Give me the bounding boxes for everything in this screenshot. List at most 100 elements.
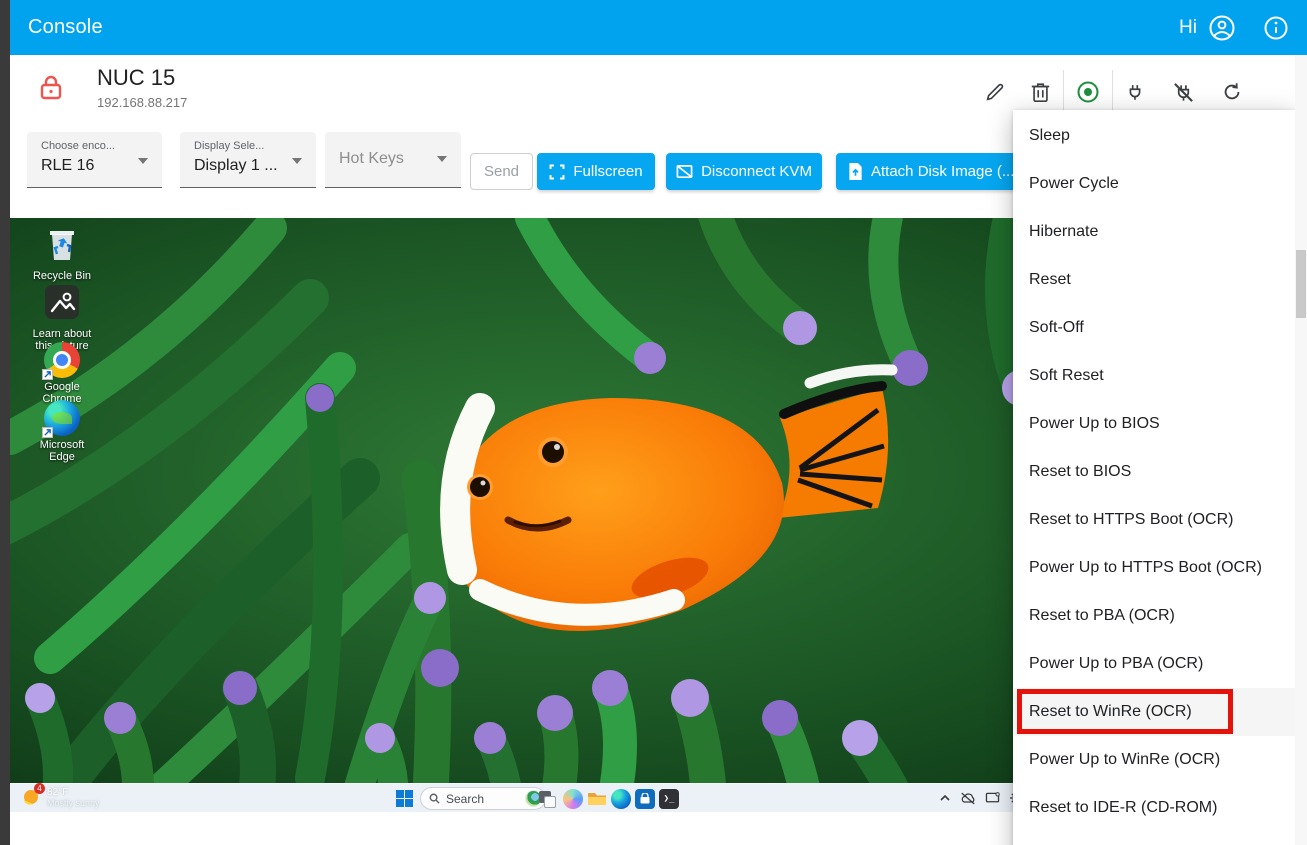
toolbar-divider (1112, 70, 1113, 114)
store-icon[interactable] (635, 789, 655, 809)
account-circle-icon[interactable] (1207, 13, 1237, 43)
menu-item-power-up-to-https-boot[interactable]: Power Up to HTTPS Boot (OCR) (1013, 544, 1295, 592)
recycle-bin-icon (25, 224, 99, 267)
chevron-down-icon (138, 158, 148, 164)
shortcut-arrow-badge (42, 427, 53, 438)
page-title: Console (28, 16, 103, 39)
menu-item-label: Soft-Off (1029, 319, 1084, 337)
chevron-down-icon (292, 158, 302, 164)
menu-item-label: Reset to HTTPS Boot (OCR) (1029, 511, 1234, 529)
fullscreen-icon (549, 164, 565, 180)
attach-file-icon (848, 163, 863, 180)
menu-item-reset-to-pba[interactable]: Reset to PBA (OCR) (1013, 592, 1295, 640)
menu-item-reset[interactable]: Reset (1013, 256, 1295, 304)
menu-item-power-up-to-pba[interactable]: Power Up to PBA (OCR) (1013, 640, 1295, 688)
desktop-icon-label: Google (25, 381, 99, 393)
toolbar-divider (1063, 70, 1064, 114)
hotkeys-select-value: Hot Keys (339, 150, 404, 168)
encoder-select-value: RLE 16 (41, 157, 94, 175)
send-button[interactable]: Send (470, 153, 533, 190)
disconnect-kvm-label: Disconnect KVM (701, 163, 812, 180)
cast-icon[interactable] (985, 792, 1000, 805)
menu-item-label: Reset to WinRe (OCR) (1029, 703, 1192, 721)
encoder-select-label: Choose enco... (41, 140, 115, 152)
menu-item-power-cycle[interactable]: Power Cycle (1013, 160, 1295, 208)
desktop-icon-label: Recycle Bin (25, 270, 99, 282)
tray-chevron-icon[interactable] (939, 792, 951, 804)
picture-info-icon (25, 284, 99, 325)
lock-icon (40, 75, 62, 106)
menu-item-sleep[interactable]: Sleep (1013, 112, 1295, 160)
menu-item-soft-reset[interactable]: Soft Reset (1013, 352, 1295, 400)
greeting-text: Hi (1179, 17, 1197, 39)
menu-item-label: Reset to BIOS (1029, 463, 1131, 481)
edge-icon (44, 400, 80, 436)
weather-temp: 82°F (47, 787, 100, 798)
search-label: Search (446, 792, 525, 806)
menu-item-label: Power Up to BIOS (1029, 415, 1160, 433)
page-scrollbar[interactable] (1295, 55, 1307, 845)
edit-pencil-icon[interactable] (977, 74, 1013, 110)
desktop-icon-chrome[interactable]: Google Chrome (25, 342, 99, 405)
copilot-icon[interactable] (563, 789, 583, 809)
left-edge-strip (0, 0, 10, 845)
edge-taskbar-icon[interactable] (611, 789, 631, 809)
device-ip: 192.168.88.217 (97, 95, 187, 110)
menu-item-power-up-to-bios[interactable]: Power Up to BIOS (1013, 400, 1295, 448)
display-select-label: Display Sele... (194, 140, 264, 152)
display-select[interactable]: Display Sele... Display 1 ... (180, 132, 316, 188)
chevron-down-icon (437, 156, 447, 162)
menu-item-label: Power Up to WinRe (OCR) (1029, 751, 1220, 769)
menu-item-reset-to-bios[interactable]: Reset to BIOS (1013, 448, 1295, 496)
menu-item-label: Power Up to HTTPS Boot (OCR) (1029, 559, 1262, 577)
desktop-icon-edge[interactable]: Microsoft Edge (25, 400, 99, 463)
weather-icon: 4 (20, 786, 42, 808)
encoder-select[interactable]: Choose enco... RLE 16 (27, 132, 162, 188)
menu-item-reset-to-winre[interactable]: Reset to WinRe (OCR) (1013, 688, 1295, 736)
power-status-icon[interactable] (1070, 74, 1106, 110)
notification-badge: 4 (34, 783, 45, 794)
desktop-icon-label: Edge (25, 451, 99, 463)
onedrive-off-icon[interactable] (960, 792, 976, 805)
shortcut-arrow-badge (42, 369, 53, 380)
plug-off-icon[interactable] (1165, 74, 1201, 110)
menu-item-label: Reset (1029, 271, 1071, 289)
power-actions-menu: Sleep Power Cycle Hibernate Reset Soft-O… (1013, 110, 1295, 845)
desktop-icon-recycle-bin[interactable]: Recycle Bin (25, 224, 99, 282)
fullscreen-button[interactable]: Fullscreen (537, 153, 655, 190)
refresh-icon[interactable] (1214, 74, 1250, 110)
menu-item-reset-to-ide-r[interactable]: Reset to IDE-R (CD-ROM) (1013, 784, 1295, 832)
task-view-icon[interactable] (537, 789, 557, 809)
info-icon[interactable] (1261, 13, 1291, 43)
disconnect-kvm-button[interactable]: Disconnect KVM (666, 153, 822, 190)
desktop-icon-label: Learn about (25, 328, 99, 340)
menu-item-label: Soft Reset (1029, 367, 1104, 385)
fullscreen-label: Fullscreen (573, 163, 642, 180)
app-header: Console Hi (10, 0, 1307, 55)
menu-item-power-up-to-winre[interactable]: Power Up to WinRe (OCR) (1013, 736, 1295, 784)
delete-trash-icon[interactable] (1022, 74, 1058, 110)
terminal-icon[interactable]: ❯_ (659, 789, 679, 809)
menu-item-label: Reset to IDE-R (CD-ROM) (1029, 799, 1217, 817)
disconnect-screen-icon (676, 164, 693, 180)
attach-disk-image-label: Attach Disk Image (... (871, 163, 1014, 180)
plug-icon[interactable] (1117, 74, 1153, 110)
menu-item-label: Reset to PBA (OCR) (1029, 607, 1175, 625)
hotkeys-select[interactable]: Hot Keys (325, 132, 461, 188)
menu-item-label: Power Up to PBA (OCR) (1029, 655, 1203, 673)
search-icon (429, 793, 440, 804)
scrollbar-thumb[interactable] (1296, 250, 1306, 318)
menu-item-hibernate[interactable]: Hibernate (1013, 208, 1295, 256)
taskbar-search[interactable]: Search (420, 787, 546, 810)
weather-condition: Mostly sunny (47, 798, 100, 808)
menu-item-label: Power Cycle (1029, 175, 1119, 193)
weather-widget[interactable]: 4 82°F Mostly sunny (20, 786, 100, 808)
start-button[interactable] (396, 790, 413, 807)
console-app: Console Hi NUC 15 (0, 0, 1307, 845)
menu-item-reset-to-https-boot[interactable]: Reset to HTTPS Boot (OCR) (1013, 496, 1295, 544)
file-explorer-icon[interactable] (587, 789, 607, 809)
desktop-icon-label: Microsoft (25, 439, 99, 451)
menu-item-label: Sleep (1029, 127, 1070, 145)
display-select-value: Display 1 ... (194, 157, 278, 175)
menu-item-soft-off[interactable]: Soft-Off (1013, 304, 1295, 352)
